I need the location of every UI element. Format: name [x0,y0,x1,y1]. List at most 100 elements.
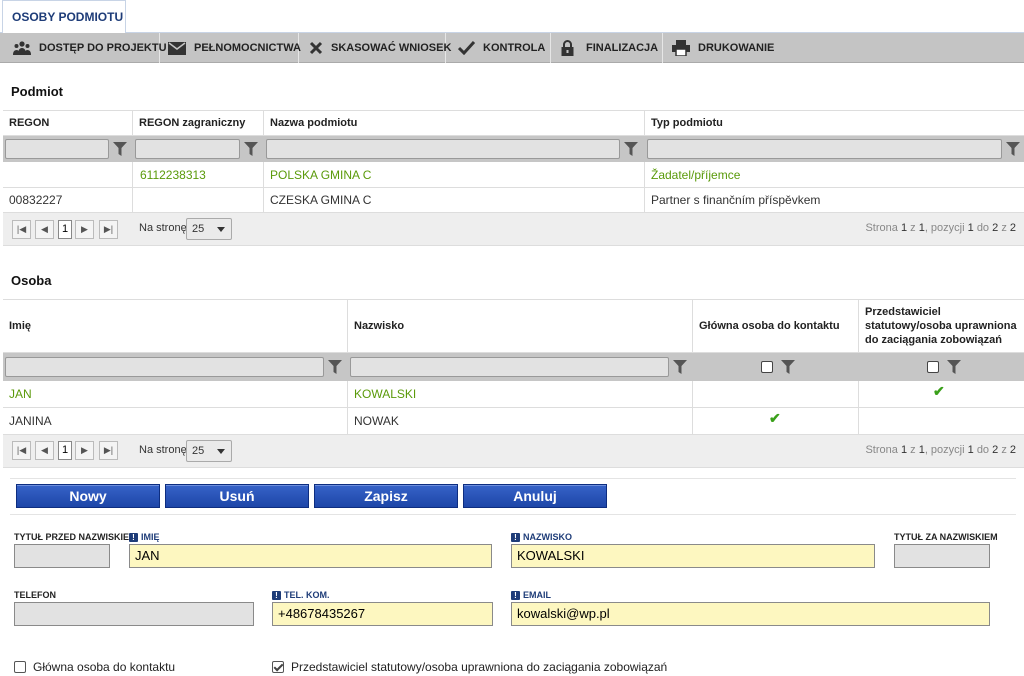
divider [10,478,1016,479]
przedstawiciel-checkbox-label: Przedstawiciel statutowy/osoba uprawnion… [291,660,668,674]
filter-glowna-checkbox[interactable] [761,361,773,373]
new-button[interactable]: Nowy [16,484,160,508]
toolbar-drukowanie-label: DRUKOWANIE [698,42,775,54]
cell-nazwisko: NOWAK [348,408,693,434]
first-page-button[interactable]: |◀ [12,220,31,239]
toolbar-skasowac-button[interactable]: SKASOWAĆ WNIOSEK [299,33,451,63]
podmiot-filter-row [3,136,1024,162]
filter-regon-input[interactable] [5,139,109,159]
filter-regon-zagraniczny-input[interactable] [135,139,240,159]
first-page-button[interactable]: |◀ [12,441,31,460]
telefon-label: TELEFON [14,590,56,600]
col-header-nazwisko[interactable]: Nazwisko [348,300,693,352]
filter-nazwa-podmiotu-input[interactable] [266,139,620,159]
tytul-za-field[interactable] [894,544,990,568]
cell-regon [3,162,133,187]
filter-icon[interactable] [113,142,127,156]
osoba-pager: |◀ ◀ 1 ▶ ▶| Na stronę 25 Strona 1 z 1, p… [3,435,1024,468]
col-header-przedstawiciel[interactable]: Przedstawiciel statutowy/osoba uprawnion… [859,300,1024,352]
toolbar-pelnomocnictwa-button[interactable]: PEŁNOMOCNICTWA [160,33,301,63]
save-button[interactable]: Zapisz [314,484,458,508]
imie-field[interactable]: JAN [129,544,492,568]
podmiot-header-row: REGON REGON zagraniczny Nazwa podmiotu T… [3,110,1024,136]
x-icon [309,41,323,55]
nazwisko-label: ! NAZWISKO [511,532,572,542]
cancel-button[interactable]: Anuluj [463,484,607,508]
cell-nazwa-podmiotu: POLSKA GMINA C [264,162,645,187]
pager-info: Strona 1 z 1, pozycji 1 do 2 z 2 [865,222,1016,234]
per-page-label: Na stronę [139,222,187,234]
per-page-select[interactable]: 25 [186,440,232,462]
col-header-regon[interactable]: REGON [3,111,133,135]
email-field[interactable]: kowalski@wp.pl [511,602,990,626]
filter-icon[interactable] [1006,142,1020,156]
filter-icon[interactable] [673,360,687,374]
col-header-glowna-osoba[interactable]: Główna osoba do kontaktu [693,300,859,352]
email-label: ! EMAIL [511,590,551,600]
osoba-filter-row [3,353,1024,381]
filter-nazwisko-input[interactable] [350,357,669,377]
toolbar-pelnomocnictwa-label: PEŁNOMOCNICTWA [194,42,301,54]
cell-imie: JANINA [3,408,348,434]
tel-kom-label: ! TEL. KOM. [272,590,330,600]
filter-typ-podmiotu-input[interactable] [647,139,1002,159]
prev-page-button[interactable]: ◀ [35,220,54,239]
pager-info: Strona 1 z 1, pozycji 1 do 2 z 2 [865,444,1016,456]
checkbox-checked-icon[interactable] [272,661,284,673]
envelope-icon [168,41,186,55]
tytul-przed-label: TYTUŁ PRZED NAZWISKIEM [14,532,137,542]
checkbox-icon[interactable] [14,661,26,673]
lock-icon [561,40,574,56]
col-header-nazwa-podmiotu[interactable]: Nazwa podmiotu [264,111,645,135]
tel-kom-field[interactable]: +48678435267 [272,602,493,626]
col-header-imie[interactable]: Imię [3,300,348,352]
page-number[interactable]: 1 [58,220,72,239]
telefon-field[interactable] [14,602,254,626]
toolbar-kontrola-button[interactable]: KONTROLA [446,33,551,63]
cell-glowna-osoba [693,381,859,407]
table-row[interactable]: JANINA NOWAK ✔ [3,408,1024,435]
prev-page-button[interactable]: ◀ [35,441,54,460]
osoba-header-row: Imię Nazwisko Główna osoba do kontaktu P… [3,299,1024,353]
per-page-select[interactable]: 25 [186,218,232,240]
filter-przedstawiciel-checkbox[interactable] [927,361,939,373]
checkmark-icon: ✔ [769,410,781,426]
filter-icon[interactable] [624,142,638,156]
toolbar-drukowanie-button[interactable]: DRUKOWANIE [663,33,783,63]
toolbar-finalizacja-button[interactable]: FINALIZACJA [551,33,663,63]
filter-icon[interactable] [328,360,342,374]
table-row[interactable]: 6112238313 POLSKA GMINA C Žadatel/příjem… [3,162,1024,188]
tab-osoby-podmiotu[interactable]: OSOBY PODMIOTU [2,0,126,33]
section-podmiot-title: Podmiot [11,84,63,99]
divider [10,514,1016,515]
nazwisko-field[interactable]: KOWALSKI [511,544,875,568]
col-header-typ-podmiotu[interactable]: Typ podmiotu [645,111,1024,135]
last-page-button[interactable]: ▶| [99,441,118,460]
tab-bar: OSOBY PODMIOTU [0,0,1024,33]
delete-button[interactable]: Usuń [165,484,309,508]
table-row[interactable]: JAN KOWALSKI ✔ [3,381,1024,408]
next-page-button[interactable]: ▶ [75,441,94,460]
people-icon [13,41,31,55]
table-row[interactable]: 00832227 CZESKA GMINA C Partner s finanč… [3,188,1024,213]
cell-regon: 00832227 [3,188,133,212]
filter-icon[interactable] [781,360,795,374]
cell-przedstawiciel: ✔ [859,381,1024,407]
tytul-przed-field[interactable] [14,544,110,568]
checkmark-icon: ✔ [933,383,945,399]
filter-icon[interactable] [244,142,258,156]
toolbar-dostep-button[interactable]: DOSTĘP DO PROJEKTU [0,33,167,63]
toolbar-dostep-label: DOSTĘP DO PROJEKTU [39,42,167,54]
filter-imie-input[interactable] [5,357,324,377]
last-page-button[interactable]: ▶| [99,220,118,239]
col-header-regon-zagraniczny[interactable]: REGON zagraniczny [133,111,264,135]
glowna-checkbox[interactable]: Główna osoba do kontaktu [14,660,175,674]
cell-glowna-osoba: ✔ [693,408,859,434]
page-number[interactable]: 1 [58,441,72,460]
cell-typ-podmiotu: Partner s finančním příspěvkem [651,193,821,207]
cell-nazwisko: KOWALSKI [348,381,693,407]
cell-regon-zagraniczny [133,188,264,212]
przedstawiciel-checkbox[interactable]: Przedstawiciel statutowy/osoba uprawnion… [272,660,667,674]
next-page-button[interactable]: ▶ [75,220,94,239]
filter-icon[interactable] [947,360,961,374]
